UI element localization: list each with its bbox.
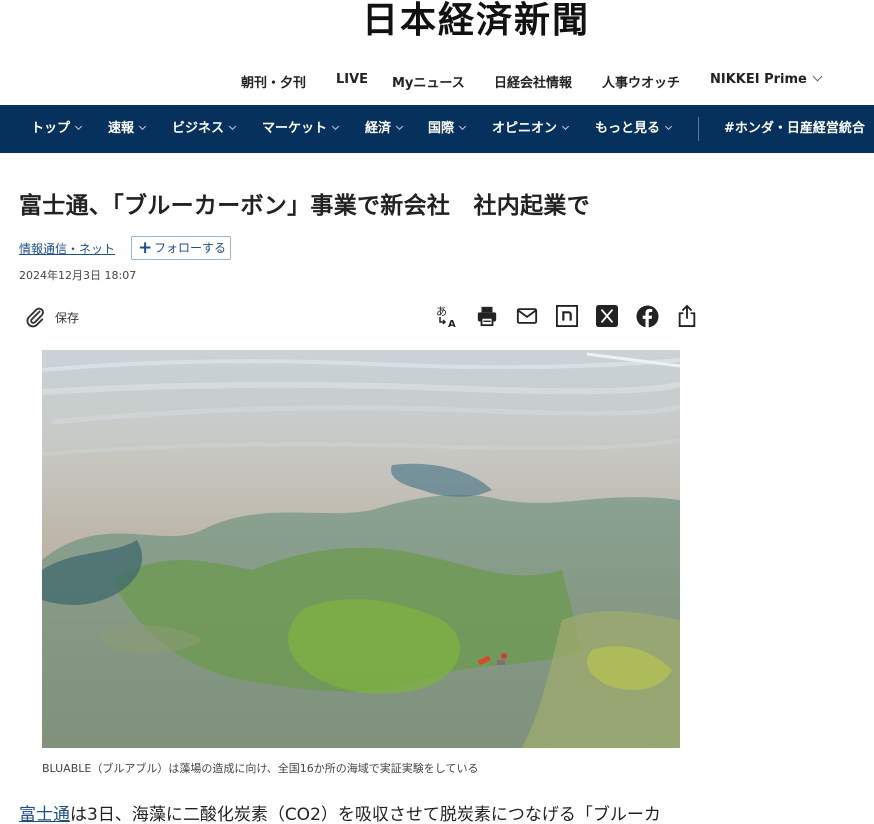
chevron-down-icon [812,71,823,82]
nav-item-top[interactable]: トップ [31,105,83,153]
chevron-down-icon [74,122,83,131]
svg-text:あ: あ [436,305,447,318]
follow-button[interactable]: + フォローする [131,236,231,260]
article-photo-seaweed-bed [42,350,680,748]
nav-hashtag-honda-nissan[interactable]: #ホンダ・日産経営統合 [724,105,865,153]
nav-item-label: オピニオン [492,121,558,136]
nav-item-breaking[interactable]: 速報 [108,105,147,153]
article-date: 2024年12月3日 18:07 [19,269,137,282]
article-category-link[interactable]: 情報通信・ネット [19,240,115,257]
chevron-down-icon [664,122,673,131]
plus-icon: + [138,238,153,258]
print-icon[interactable] [475,304,499,328]
nav-item-label: もっと見る [595,121,661,136]
chevron-down-icon [561,122,570,131]
chevron-down-icon [138,122,147,131]
translate-icon[interactable]: あ A [435,304,459,328]
nav-item-more[interactable]: もっと見る [595,105,673,153]
nav-item-economy[interactable]: 経済 [365,105,404,153]
follow-label: フォローする [154,241,227,255]
nav-item-label: 国際 [428,121,455,136]
main-nav: トップ 速報 ビジネス マーケット 経済 国際 オピニオン もっと見る #ホンダ… [0,105,874,153]
topnav-item-personnel-watch[interactable]: 人事ウオッチ [602,72,680,91]
nikkei-logo[interactable]: 日本経済新聞 [362,0,590,40]
nav-item-opinion[interactable]: オピニオン [492,105,570,153]
topnav-item-print-edition[interactable]: 朝刊・夕刊 [241,72,306,91]
photo-caption: BLUABLE（ブルアブル）は藻場の造成に向け、全国16か所の海域で実証実験をし… [42,762,479,775]
svg-text:A: A [448,319,456,328]
topnav-item-my-news[interactable]: Myニュース [392,72,465,91]
mail-icon[interactable] [515,304,539,328]
note-icon[interactable] [555,304,579,328]
nav-item-label: 速報 [108,121,135,136]
save-label[interactable]: 保存 [55,309,79,326]
nav-item-label: 経済 [365,121,392,136]
facebook-icon[interactable] [635,304,659,328]
nikkei-prime-label: NIKKEI Prime [710,72,807,87]
chevron-down-icon [228,122,237,131]
nav-item-label: ビジネス [172,121,225,136]
company-link-fujitsu[interactable]: 富士通 [19,805,70,824]
nav-item-market[interactable]: マーケット [262,105,340,153]
topnav-item-live[interactable]: LIVE [336,72,368,87]
nav-item-label: マーケット [262,121,328,136]
nav-item-label: トップ [31,121,71,136]
nav-item-international[interactable]: 国際 [428,105,467,153]
top-nav: 朝刊・夕刊 LIVE Myニュース 日経会社情報 人事ウオッチ NIKKEI P… [0,64,874,98]
masthead: 日本経済新聞 [0,0,874,48]
share-icon[interactable] [675,304,699,328]
article-headline: 富士通、「ブルーカーボン」事業で新会社 社内起業で [19,193,590,219]
chevron-down-icon [331,122,340,131]
paperclip-icon[interactable] [24,305,46,329]
nav-item-business[interactable]: ビジネス [172,105,237,153]
topnav-item-nikkei-prime[interactable]: NIKKEI Prime [710,71,823,87]
chevron-down-icon [395,122,404,131]
chevron-down-icon [458,122,467,131]
nav-divider [698,117,699,141]
topnav-item-company-info[interactable]: 日経会社情報 [494,72,572,91]
article-body-text: は3日、海藻に二酸化炭素（CO2）を吸収させて脱炭素につなげる「ブルーカ [70,805,661,824]
article-body-paragraph: 富士通は3日、海藻に二酸化炭素（CO2）を吸収させて脱炭素につなげる「ブルーカ [19,800,661,824]
x-icon[interactable] [595,304,619,328]
